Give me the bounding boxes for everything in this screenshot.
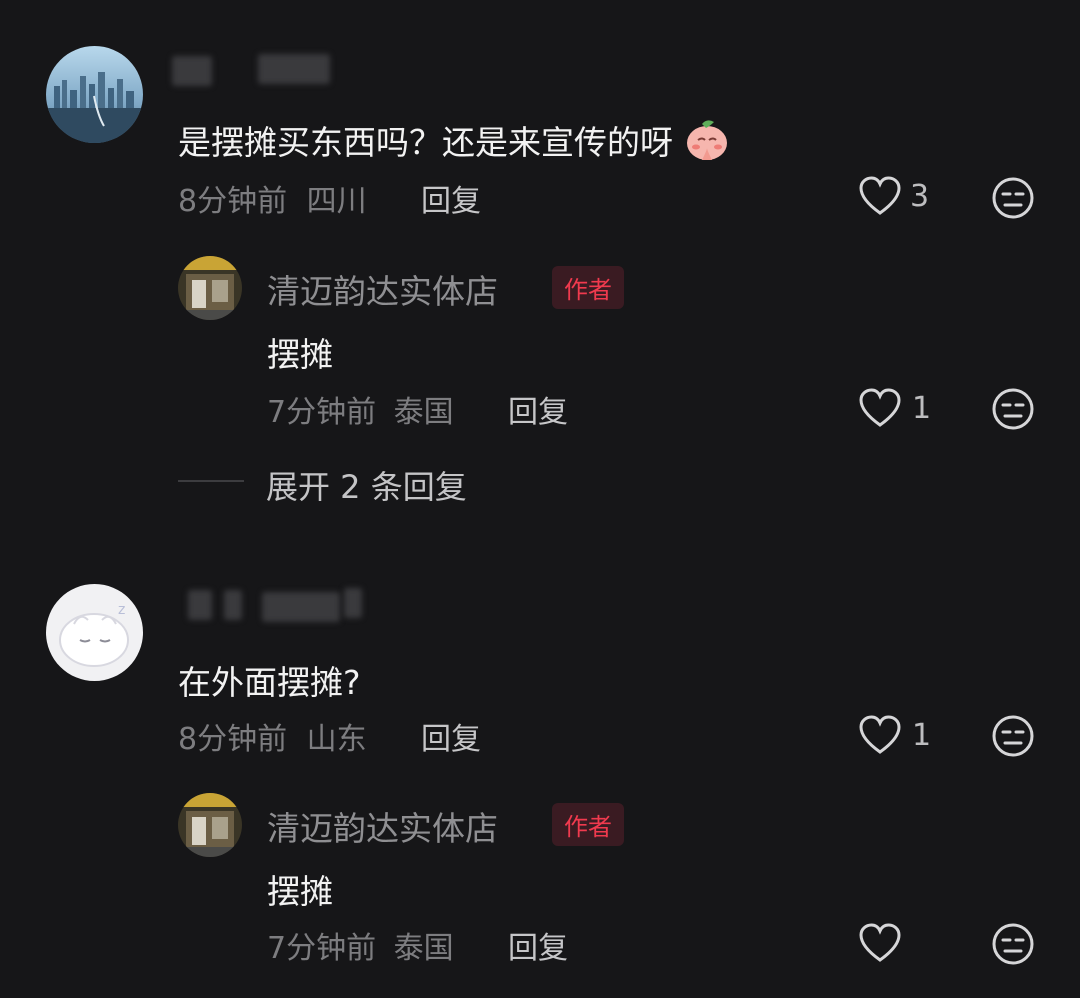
timestamp: 7分钟前	[267, 395, 377, 430]
like-count: 3	[910, 178, 930, 214]
like-button[interactable]: 1	[858, 387, 931, 429]
location: 四川	[306, 184, 367, 219]
meh-face-icon[interactable]	[991, 176, 1035, 220]
like-button[interactable]: 3	[858, 175, 929, 217]
username-blurred[interactable]	[258, 54, 330, 84]
reply-meta: 7分钟前 泰国	[267, 923, 454, 967]
location: 泰国	[393, 931, 454, 966]
meh-face-icon[interactable]	[991, 922, 1035, 966]
location: 山东	[306, 722, 367, 757]
author-name[interactable]: 清迈韵达实体店	[267, 802, 498, 850]
avatar[interactable]: z	[46, 584, 143, 681]
heart-outline-icon	[858, 714, 902, 756]
reply-text: 摆摊	[267, 872, 333, 911]
reply-button[interactable]: 回复	[421, 714, 481, 758]
meh-face-icon[interactable]	[991, 714, 1035, 758]
username-blurred[interactable]	[344, 588, 362, 618]
author-badge: 作者	[552, 266, 624, 309]
reply-button[interactable]: 回复	[508, 387, 568, 431]
like-button[interactable]: 1	[858, 714, 931, 756]
comment-meta: 8分钟前 四川	[178, 176, 367, 220]
reply-button[interactable]: 回复	[508, 923, 568, 967]
reply-meta: 7分钟前 泰国	[267, 387, 454, 431]
timestamp: 8分钟前	[178, 722, 288, 757]
heart-outline-icon	[858, 175, 902, 217]
comment-meta: 8分钟前 山东	[178, 714, 367, 758]
username-blurred[interactable]	[262, 592, 340, 622]
reply-text: 摆摊	[267, 335, 333, 374]
author-badge: 作者	[552, 803, 624, 846]
comment-text: 在外面摆摊?	[178, 663, 361, 702]
author-avatar[interactable]	[178, 256, 242, 320]
like-count: 1	[912, 390, 932, 426]
author-avatar[interactable]	[178, 793, 242, 857]
author-name[interactable]: 清迈韵达实体店	[267, 265, 498, 313]
svg-text:z: z	[118, 602, 125, 618]
comment-text: 是摆摊买东西吗？还是来宣传的呀	[178, 116, 730, 164]
username-blurred[interactable]	[224, 590, 242, 620]
praying-peach-emoji	[684, 116, 730, 162]
timestamp: 8分钟前	[178, 184, 288, 219]
location: 泰国	[393, 395, 454, 430]
username-blurred[interactable]	[172, 56, 212, 86]
heart-outline-icon[interactable]	[858, 922, 902, 964]
heart-outline-icon	[858, 387, 902, 429]
reply-button[interactable]: 回复	[421, 176, 481, 220]
avatar[interactable]	[46, 46, 143, 143]
expand-replies-button[interactable]: 展开 2 条回复	[266, 462, 467, 508]
meh-face-icon[interactable]	[991, 387, 1035, 431]
username-blurred[interactable]	[188, 590, 212, 620]
divider	[178, 480, 244, 482]
like-count: 1	[912, 717, 932, 753]
timestamp: 7分钟前	[267, 931, 377, 966]
